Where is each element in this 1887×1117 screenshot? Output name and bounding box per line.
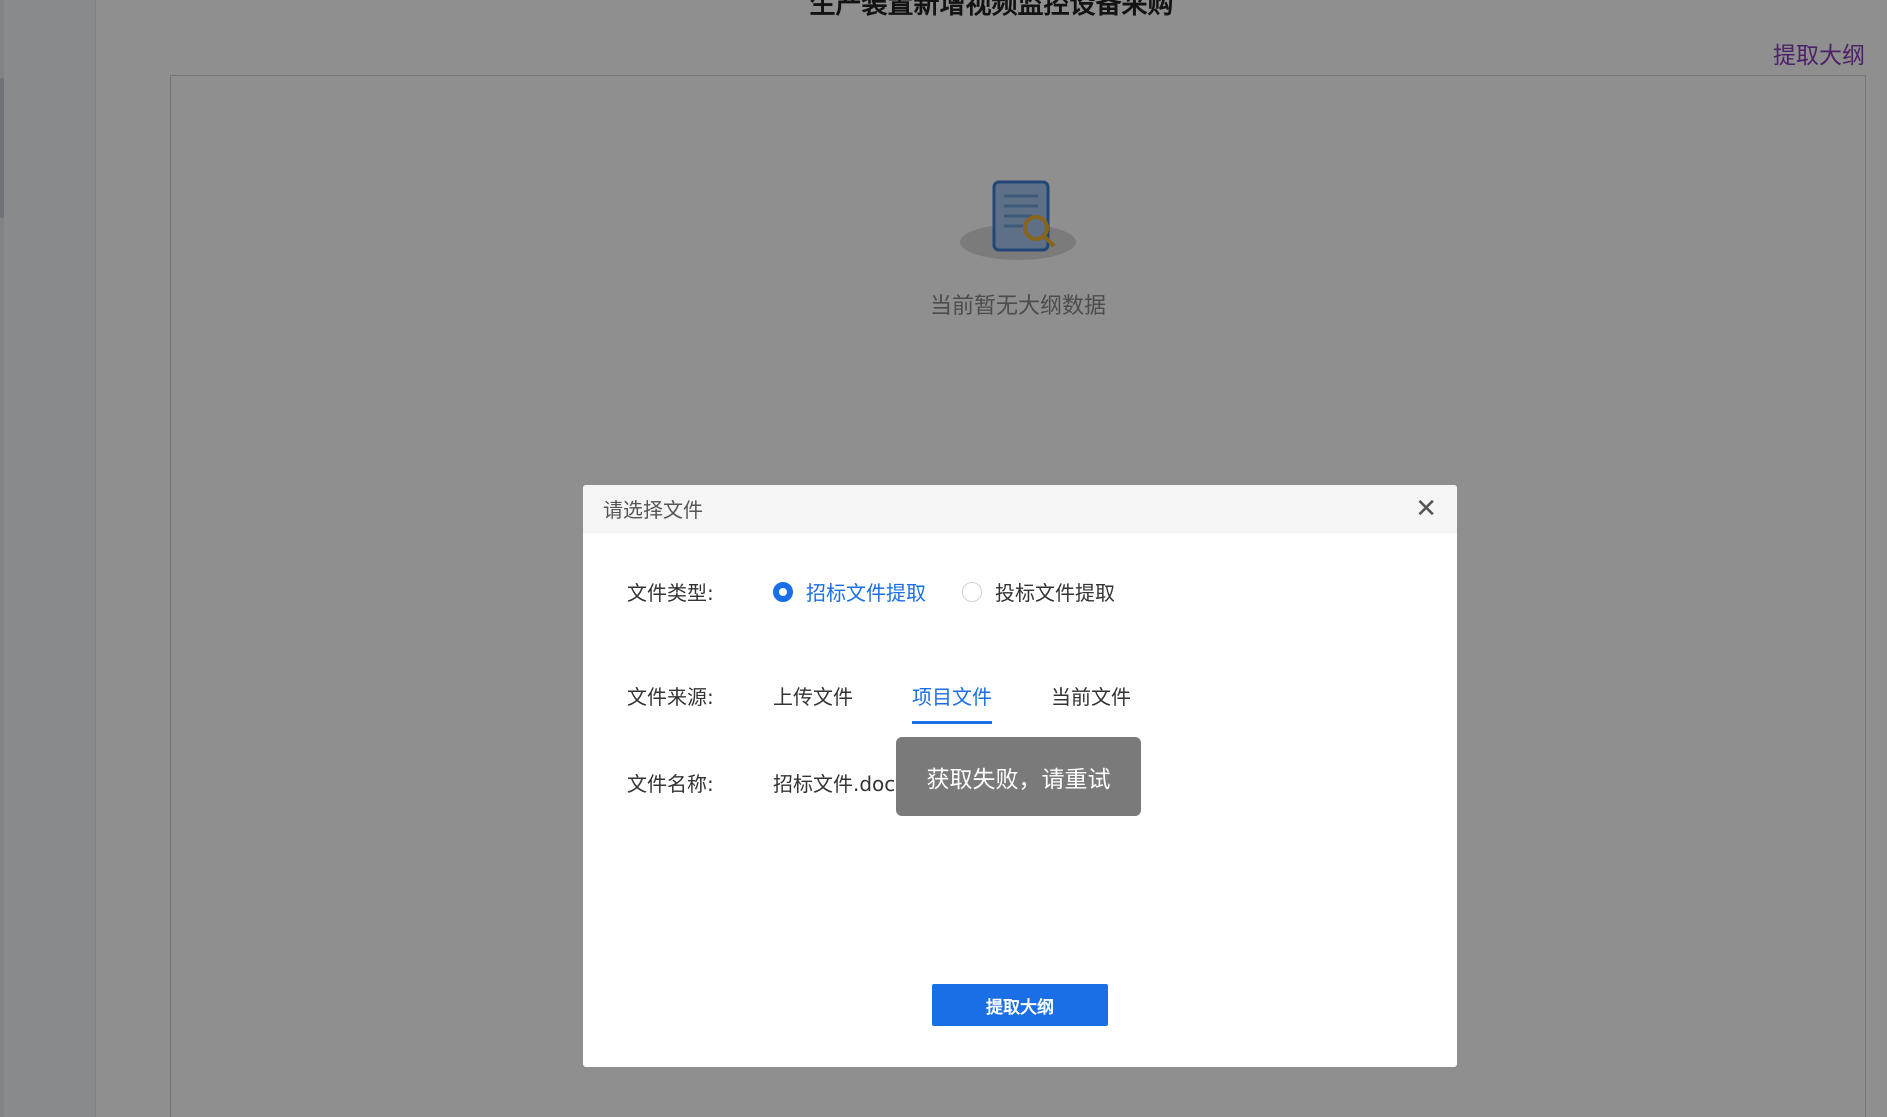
select-file-dialog: 请选择文件 ✕ 文件类型: 招标文件提取 投标文件提取 文件来源: 上传文件 项…: [583, 485, 1457, 1067]
radio-unchecked-icon: [962, 581, 982, 602]
radio-checked-icon: [773, 581, 793, 602]
extract-outline-button[interactable]: 提取大纲: [932, 984, 1108, 1026]
tab-project-file[interactable]: 项目文件: [912, 673, 992, 724]
error-toast: 获取失败，请重试: [896, 737, 1141, 816]
radio-tender-extract[interactable]: 招标文件提取: [773, 577, 926, 606]
file-type-row: 文件类型: 招标文件提取 投标文件提取: [627, 577, 1151, 606]
radio-bid-extract[interactable]: 投标文件提取: [962, 577, 1115, 606]
file-source-label: 文件来源:: [627, 685, 714, 709]
file-source-row: 文件来源: 上传文件 项目文件 当前文件: [627, 673, 1190, 724]
dialog-title: 请选择文件: [603, 498, 703, 522]
close-icon[interactable]: ✕: [1415, 496, 1437, 522]
file-name-value: 招标文件.docx: [773, 772, 908, 796]
tab-current-file[interactable]: 当前文件: [1051, 673, 1131, 718]
file-name-label: 文件名称:: [627, 772, 714, 796]
file-type-label: 文件类型:: [627, 581, 714, 605]
radio-label: 投标文件提取: [995, 581, 1115, 605]
file-name-row: 文件名称: 招标文件.docx: [627, 768, 907, 797]
dialog-header: 请选择文件 ✕: [583, 485, 1457, 533]
tab-upload-file[interactable]: 上传文件: [773, 673, 853, 718]
radio-label: 招标文件提取: [806, 581, 926, 605]
